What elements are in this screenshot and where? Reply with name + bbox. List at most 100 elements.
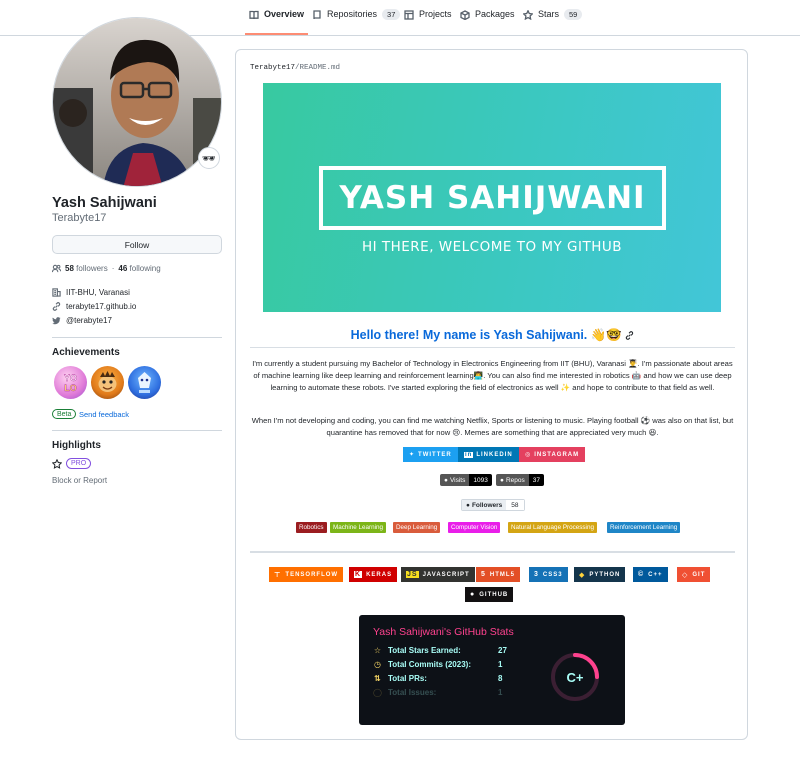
link-icon xyxy=(52,302,61,311)
rank-grade: C+ xyxy=(566,669,584,685)
stat-value-prs: 8 xyxy=(498,674,503,683)
following-link[interactable]: 46 following xyxy=(118,264,160,273)
stats-title: Yash Sahijwani's GitHub Stats xyxy=(373,626,514,638)
send-feedback-link[interactable]: Send feedback xyxy=(79,410,129,419)
github-icon: ● xyxy=(444,476,448,484)
organization-icon xyxy=(52,288,61,297)
followers-counter-badge[interactable]: ● Followers 58 xyxy=(461,499,525,511)
linkedin-icon: in xyxy=(464,451,474,458)
badge-label: LINKEDIN xyxy=(476,451,513,458)
breadcrumb: Terabyte17/README.md xyxy=(250,64,340,72)
tab-stars[interactable]: Stars 59 xyxy=(519,9,586,35)
arctic-code-vault-achievement-badge[interactable] xyxy=(128,366,161,399)
followers-count: 58 xyxy=(65,264,74,273)
history-icon: ◷ xyxy=(374,660,381,669)
organization-row: IIT-BHU, Varanasi xyxy=(52,288,130,297)
tensorflow-badge: ⊤ TENSORFLOW xyxy=(269,567,344,582)
stars-count: 59 xyxy=(564,9,583,20)
visits-counter-badge: ● Visits 1093 xyxy=(440,474,492,486)
readme-paragraph-hobbies: When I'm not developing and coding, you … xyxy=(251,416,734,437)
follow-button[interactable]: Follow xyxy=(52,235,222,254)
visits-value: 1093 xyxy=(469,474,492,486)
badge-label: C++ xyxy=(648,571,663,578)
arctic-vault-badge-icon xyxy=(138,372,151,393)
pro-badge: PRO xyxy=(66,458,92,469)
separator-dot: · xyxy=(111,264,115,273)
yolo-achievement-badge[interactable]: YO LO xyxy=(54,366,87,399)
tab-packages[interactable]: Packages xyxy=(456,9,519,35)
followers-label-part: ● Followers xyxy=(462,500,507,510)
status-emoji: 🕶 xyxy=(202,152,216,165)
topic-badge-deep-learning: Deep Learning xyxy=(393,522,441,533)
tab-label: Repositories xyxy=(327,9,378,19)
repos-label-part: ● Repos xyxy=(496,474,529,486)
tab-label: Packages xyxy=(475,9,515,19)
star-icon xyxy=(523,10,533,20)
stat-label: Total PRs: xyxy=(388,674,427,683)
visits-label-part: ● Visits xyxy=(440,474,470,486)
html5-icon: 5 xyxy=(481,571,486,578)
star-icon xyxy=(52,458,62,469)
github-icon: ● xyxy=(500,476,504,484)
website-link[interactable]: terabyte17.github.io xyxy=(66,302,136,311)
readme-banner: YASH SAHIJWANI HI THERE, WELCOME TO MY G… xyxy=(263,83,721,312)
issue-icon: ◯ xyxy=(373,688,382,697)
tensorflow-icon: ⊤ xyxy=(274,571,282,579)
tab-label: Overview xyxy=(264,9,305,19)
follow-stats: 58 followers · 46 following xyxy=(52,264,161,273)
avatar[interactable] xyxy=(52,17,222,187)
followers-label: followers xyxy=(76,264,108,273)
stat-value-issues: 1 xyxy=(498,688,503,697)
followers-link[interactable]: 58 followers xyxy=(65,264,108,273)
achievements-heading: Achievements xyxy=(52,347,120,358)
badge-label: TENSORFLOW xyxy=(285,571,339,578)
python-badge: ◆ PYTHON xyxy=(574,567,626,582)
svg-text:YO: YO xyxy=(64,373,77,383)
table-icon xyxy=(404,10,414,20)
cplusplus-icon: © xyxy=(638,571,645,578)
topic-badge-reinforcement-learning: Reinforcement Learning xyxy=(607,522,681,533)
twitter-handle[interactable]: @terabyte17 xyxy=(66,316,112,325)
anchor-link-icon[interactable] xyxy=(625,331,634,340)
book-icon xyxy=(249,10,259,20)
visits-label: Visits xyxy=(449,476,466,484)
tab-label: Projects xyxy=(419,9,452,19)
git-icon: ◇ xyxy=(682,571,689,579)
python-icon: ◆ xyxy=(579,571,586,579)
stat-row-stars: ☆ Total Stars Earned: xyxy=(373,646,461,655)
people-icon xyxy=(52,264,61,273)
readme-heading: Hello there! My name is Yash Sahijwani. … xyxy=(250,328,735,343)
pull-request-icon: ⇅ xyxy=(374,674,381,683)
yolo-badge-icon: YOLO xyxy=(64,373,77,393)
status-emoji-button[interactable]: 🕶 xyxy=(198,147,220,169)
keras-icon: K xyxy=(354,571,363,578)
repositories-count: 37 xyxy=(382,9,401,20)
tab-overview[interactable]: Overview xyxy=(245,9,309,35)
tab-projects[interactable]: Projects xyxy=(400,9,456,35)
tab-repositories[interactable]: Repositories 37 xyxy=(308,9,404,35)
readme-file-name: README.md xyxy=(299,64,341,72)
website-row[interactable]: terabyte17.github.io xyxy=(52,302,136,311)
repos-counter-badge: ● Repos 37 xyxy=(496,474,544,486)
twitter-row[interactable]: @terabyte17 xyxy=(52,316,112,325)
stat-label: Total Stars Earned: xyxy=(388,646,461,655)
twitter-badge[interactable]: ✦ TWITTER xyxy=(403,447,458,462)
topic-badge-robotics: Robotics xyxy=(296,522,327,533)
following-count: 46 xyxy=(118,264,128,273)
readme-owner-link[interactable]: Terabyte17 xyxy=(250,64,295,72)
profile-readme: Terabyte17/README.md YASH SAHIJWANI HI T… xyxy=(235,49,748,740)
beta-label: Beta xyxy=(52,409,77,419)
block-or-report-link[interactable]: Block or Report xyxy=(52,476,107,485)
badge-label: CSS3 xyxy=(542,571,563,578)
pull-shark-achievement-badge[interactable] xyxy=(91,366,124,399)
highlights-heading: Highlights xyxy=(52,440,101,451)
banner-frame: YASH SAHIJWANI xyxy=(319,166,666,230)
divider xyxy=(52,430,222,431)
cplusplus-badge: © C++ xyxy=(633,567,668,582)
badge-label: TWITTER xyxy=(418,451,452,458)
instagram-badge[interactable]: ◎ INSTAGRAM xyxy=(519,447,586,462)
linkedin-badge[interactable]: in LINKEDIN xyxy=(458,447,519,462)
stat-value-commits: 1 xyxy=(498,660,503,669)
banner-title: YASH SAHIJWANI xyxy=(339,180,646,216)
github-stats-card: Yash Sahijwani's GitHub Stats ☆ Total Sta… xyxy=(359,615,625,725)
